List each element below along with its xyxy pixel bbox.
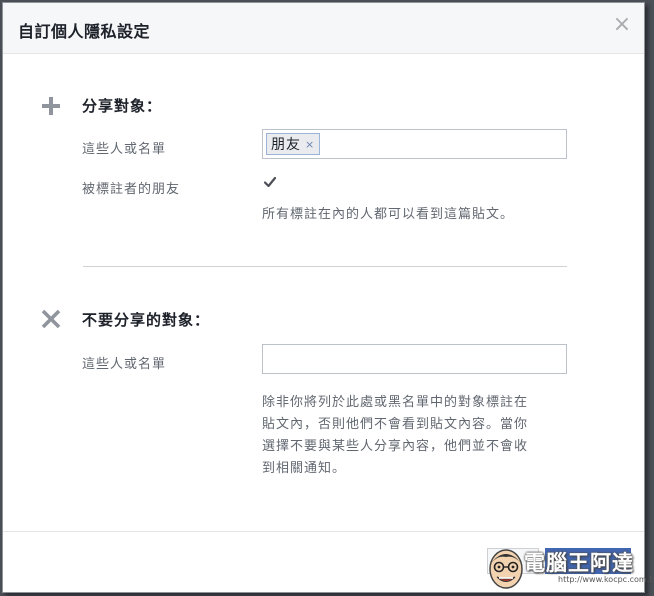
token-label: 朋友	[271, 137, 301, 153]
exclude-people-label: 這些人或名單	[82, 357, 167, 372]
watermark: 電腦王阿達 http://www.kocpc.com.tw	[486, 543, 654, 593]
watermark-text: 電腦王阿達	[524, 551, 634, 575]
mascot-icon	[489, 549, 523, 589]
tagged-friends-label: 被標註者的朋友	[82, 182, 181, 197]
custom-privacy-dialog: 自訂個人隱私設定 × 分享對象： 這些人或名單 朋友 × 被標註者的朋友 所有標…	[2, 2, 645, 593]
exclude-help-text: 除非你將列於此處或黑名單中的對象標註在 貼文內，否則他們不會看到貼文內容。當你 …	[262, 392, 528, 480]
watermark-url: http://www.kocpc.com.tw	[558, 575, 654, 584]
plus-icon	[42, 97, 60, 115]
section-divider	[83, 266, 567, 267]
exclude-help-line: 貼文內，否則他們不會看到貼文內容。當你	[262, 417, 529, 432]
token-remove-icon[interactable]: ×	[305, 138, 315, 151]
x-icon	[41, 309, 61, 329]
share-people-input[interactable]: 朋友 ×	[262, 129, 567, 159]
footer-divider	[3, 531, 644, 532]
share-help-text: 所有標註在內的人都可以看到這篇貼文。	[262, 207, 515, 222]
exclude-help-line: 選擇不要與某些人分享內容，他們並不會收	[262, 439, 529, 454]
exclude-help-line: 到相關通知。	[262, 461, 347, 476]
close-icon[interactable]: ×	[612, 14, 632, 36]
exclude-section-title: 不要分享的對象：	[82, 311, 211, 329]
exclude-help-line: 除非你將列於此處或黑名單中的對象標註在	[262, 395, 529, 410]
dialog-header: 自訂個人隱私設定 ×	[3, 3, 644, 54]
dialog-title: 自訂個人隱私設定	[18, 22, 151, 41]
friends-token: 朋友 ×	[266, 133, 321, 155]
share-people-label: 這些人或名單	[82, 142, 167, 157]
exclude-people-input[interactable]	[262, 344, 567, 374]
checkmark-icon[interactable]	[262, 174, 278, 190]
share-section-title: 分享對象：	[82, 97, 163, 115]
